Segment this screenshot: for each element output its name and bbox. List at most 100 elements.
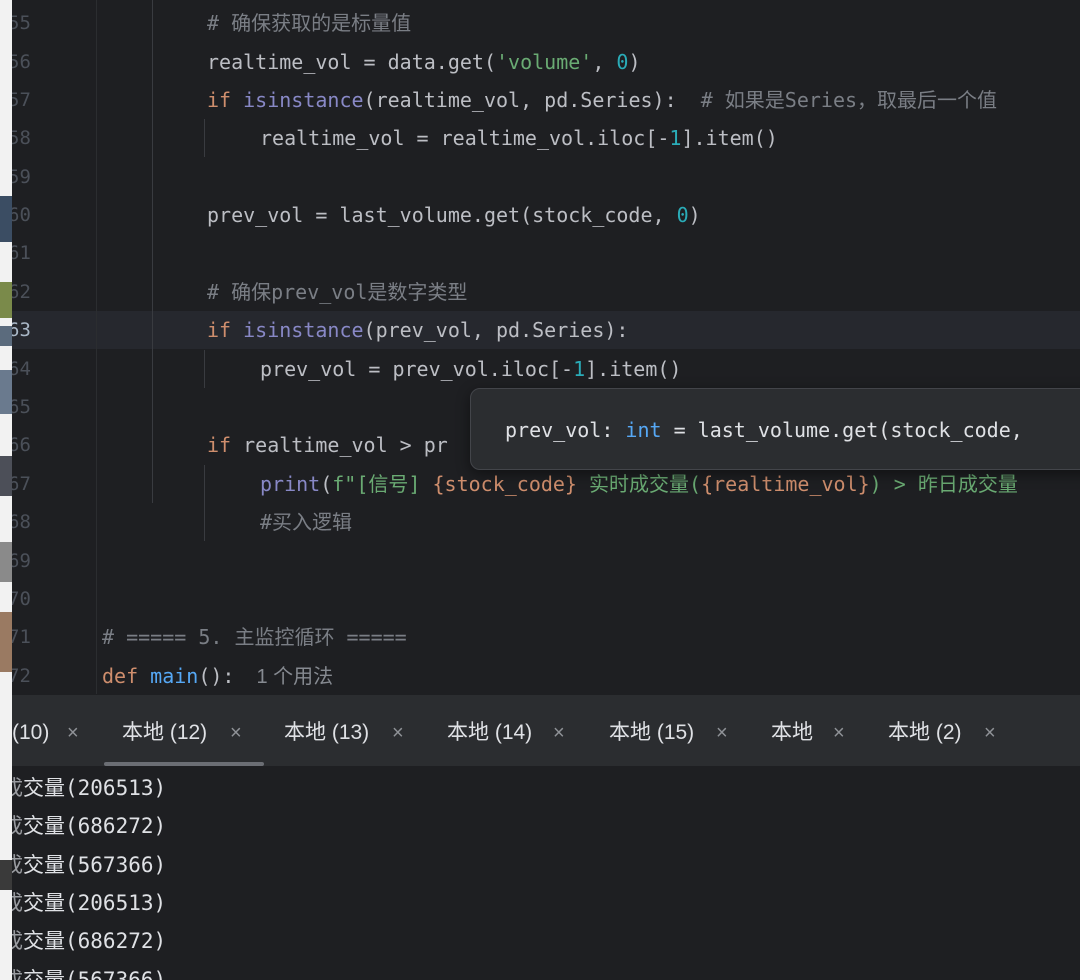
- code-token: prev_vol = last_volume.get(stock_code,: [207, 203, 677, 227]
- run-tab[interactable]: 本地 (13) ×: [284, 695, 404, 767]
- fstring-brace-token: {stock_code}: [432, 472, 577, 496]
- number-token: 0: [616, 50, 629, 74]
- comment-token: # 如果是Series，取最后一个值: [700, 88, 998, 112]
- code-line-67: print(f"[信号] {stock_code} 实时成交量({realtim…: [260, 465, 1018, 503]
- code-line-72: def main(): 1 个用法: [102, 657, 333, 694]
- tooltip-var-name: prev_vol: [505, 418, 602, 442]
- console-line-text: 交量(567366): [23, 853, 167, 877]
- string-token: ) > 昨日成交量: [869, 472, 1018, 496]
- usage-hint[interactable]: 1 个用法: [256, 666, 333, 688]
- builtin-token: isinstance: [243, 318, 364, 342]
- code-line-66: if realtime_vol > pr: [207, 426, 448, 464]
- code-token: (: [320, 472, 333, 496]
- string-token: 实时成交量(: [576, 472, 702, 496]
- indent-guide: [204, 465, 205, 541]
- string-token: f"[信号]: [332, 472, 433, 496]
- line-number: 55: [12, 12, 31, 34]
- code-token: prev_vol = prev_vol.iloc[-: [260, 357, 574, 381]
- tab-label: 本地 (14): [447, 721, 533, 744]
- code-line-63: if isinstance(prev_vol, pd.Series):: [207, 311, 628, 349]
- tab-label: 本地 (2): [888, 721, 962, 744]
- tab-label: 本地 (13): [284, 721, 370, 744]
- code-line-62: # 确保prev_vol是数字类型: [207, 280, 468, 304]
- console-line: 成交量(686272): [12, 922, 166, 960]
- line-number: 56: [12, 51, 31, 73]
- run-tab[interactable]: 本地 (14) ×: [447, 695, 565, 767]
- keyword-token: def: [102, 664, 151, 688]
- tooltip-type: int: [625, 418, 662, 442]
- console-line: 成交量(206513): [12, 884, 166, 922]
- console-line: 成交量(567366): [12, 846, 166, 884]
- code-line-71: # ===== 5. 主监控循环 =====: [102, 625, 407, 649]
- code-editor[interactable]: 55 56 57 58 59 60 61 62 63 64 65 66 67 6…: [12, 0, 1080, 694]
- console-line-prefix: 成: [12, 891, 23, 915]
- tooltip-colon: :: [601, 418, 626, 442]
- run-tab[interactable]: 本地 (2) ×: [888, 695, 996, 767]
- number-token: 1: [573, 357, 586, 381]
- function-name-token: main: [150, 664, 199, 688]
- code-token: realtime_vol = data.get(: [207, 50, 496, 74]
- close-icon[interactable]: ×: [833, 695, 845, 771]
- line-number: 65: [12, 396, 31, 418]
- console-line-prefix: 成: [12, 968, 23, 980]
- console-line: 成交量(686272): [12, 807, 166, 845]
- line-number: 67: [12, 473, 31, 495]
- run-tab[interactable]: 本地 (15) ×: [609, 695, 728, 767]
- tab-label: 本地 (12): [122, 721, 208, 744]
- console-line: 成交量(567366): [12, 961, 166, 980]
- close-icon[interactable]: ×: [716, 695, 728, 771]
- console-line-prefix: 成: [12, 814, 23, 838]
- line-number: 58: [12, 127, 31, 149]
- desktop-thumbnail: [0, 456, 12, 496]
- hover-tooltip: prev_vol: int = last_volume.get(stock_co…: [470, 388, 1080, 470]
- line-number: 66: [12, 434, 31, 456]
- keyword-token: if: [207, 318, 244, 342]
- line-number-current: 63: [12, 319, 31, 341]
- indent-guide: [204, 119, 205, 157]
- code-token: ():: [198, 664, 235, 688]
- string-token: 'volume': [495, 50, 593, 74]
- tab-label: (10): [12, 721, 50, 744]
- line-number: 60: [12, 204, 31, 226]
- desktop-sliver: [0, 0, 12, 980]
- number-token: 0: [676, 203, 689, 227]
- code-line-60: prev_vol = last_volume.get(stock_code, 0…: [207, 196, 701, 234]
- keyword-token: if: [207, 433, 244, 457]
- run-tab-active[interactable]: 本地 (12) ×: [122, 695, 242, 767]
- close-icon[interactable]: ×: [553, 695, 565, 771]
- desktop-thumbnail: [0, 612, 12, 672]
- console-line-prefix: 成: [12, 853, 23, 877]
- close-icon[interactable]: ×: [67, 695, 79, 771]
- code-token: ].item(): [585, 357, 682, 381]
- run-tab[interactable]: 本地 ×: [771, 695, 845, 767]
- line-number: 69: [12, 550, 31, 572]
- code-line-55: # 确保获取的是标量值: [207, 11, 412, 35]
- line-number: 71: [12, 626, 31, 648]
- number-token: 1: [669, 126, 682, 150]
- builtin-token: print: [260, 472, 321, 496]
- console-line-text: 交量(206513): [23, 891, 167, 915]
- code-token: ].item(): [681, 126, 778, 150]
- builtin-token: isinstance: [243, 88, 364, 112]
- console-line-text: 交量(567366): [23, 968, 167, 980]
- desktop-thumbnail: [0, 326, 12, 346]
- desktop-thumbnail: [0, 542, 12, 582]
- close-icon[interactable]: ×: [230, 695, 242, 771]
- indent-guide: [152, 0, 153, 503]
- code-token: (prev_vol, pd.Series):: [363, 318, 629, 342]
- console-line-text: 交量(686272): [23, 814, 167, 838]
- close-icon[interactable]: ×: [984, 695, 996, 771]
- console-output[interactable]: 成交量(206513) 成交量(686272) 成交量(567366) 成交量(…: [12, 766, 1080, 980]
- code-token: ): [628, 50, 641, 74]
- line-number: 68: [12, 511, 31, 533]
- line-number: 62: [12, 281, 31, 303]
- desktop-thumbnail: [0, 196, 12, 242]
- fstring-brace-token: {realtime_vol}: [701, 472, 870, 496]
- tooltip-text: prev_vol: int = last_volume.get(stock_co…: [505, 411, 1035, 449]
- code-line-57: if isinstance(realtime_vol, pd.Series): …: [207, 81, 997, 119]
- run-tab[interactable]: (10) ×: [12, 695, 79, 767]
- close-icon[interactable]: ×: [392, 695, 404, 771]
- desktop-thumbnail: [0, 282, 12, 318]
- tab-label: 本地: [771, 721, 813, 744]
- run-tab-bar: (10) × 本地 (12) × 本地 (13) × 本地 (14) × 本地 …: [12, 694, 1080, 766]
